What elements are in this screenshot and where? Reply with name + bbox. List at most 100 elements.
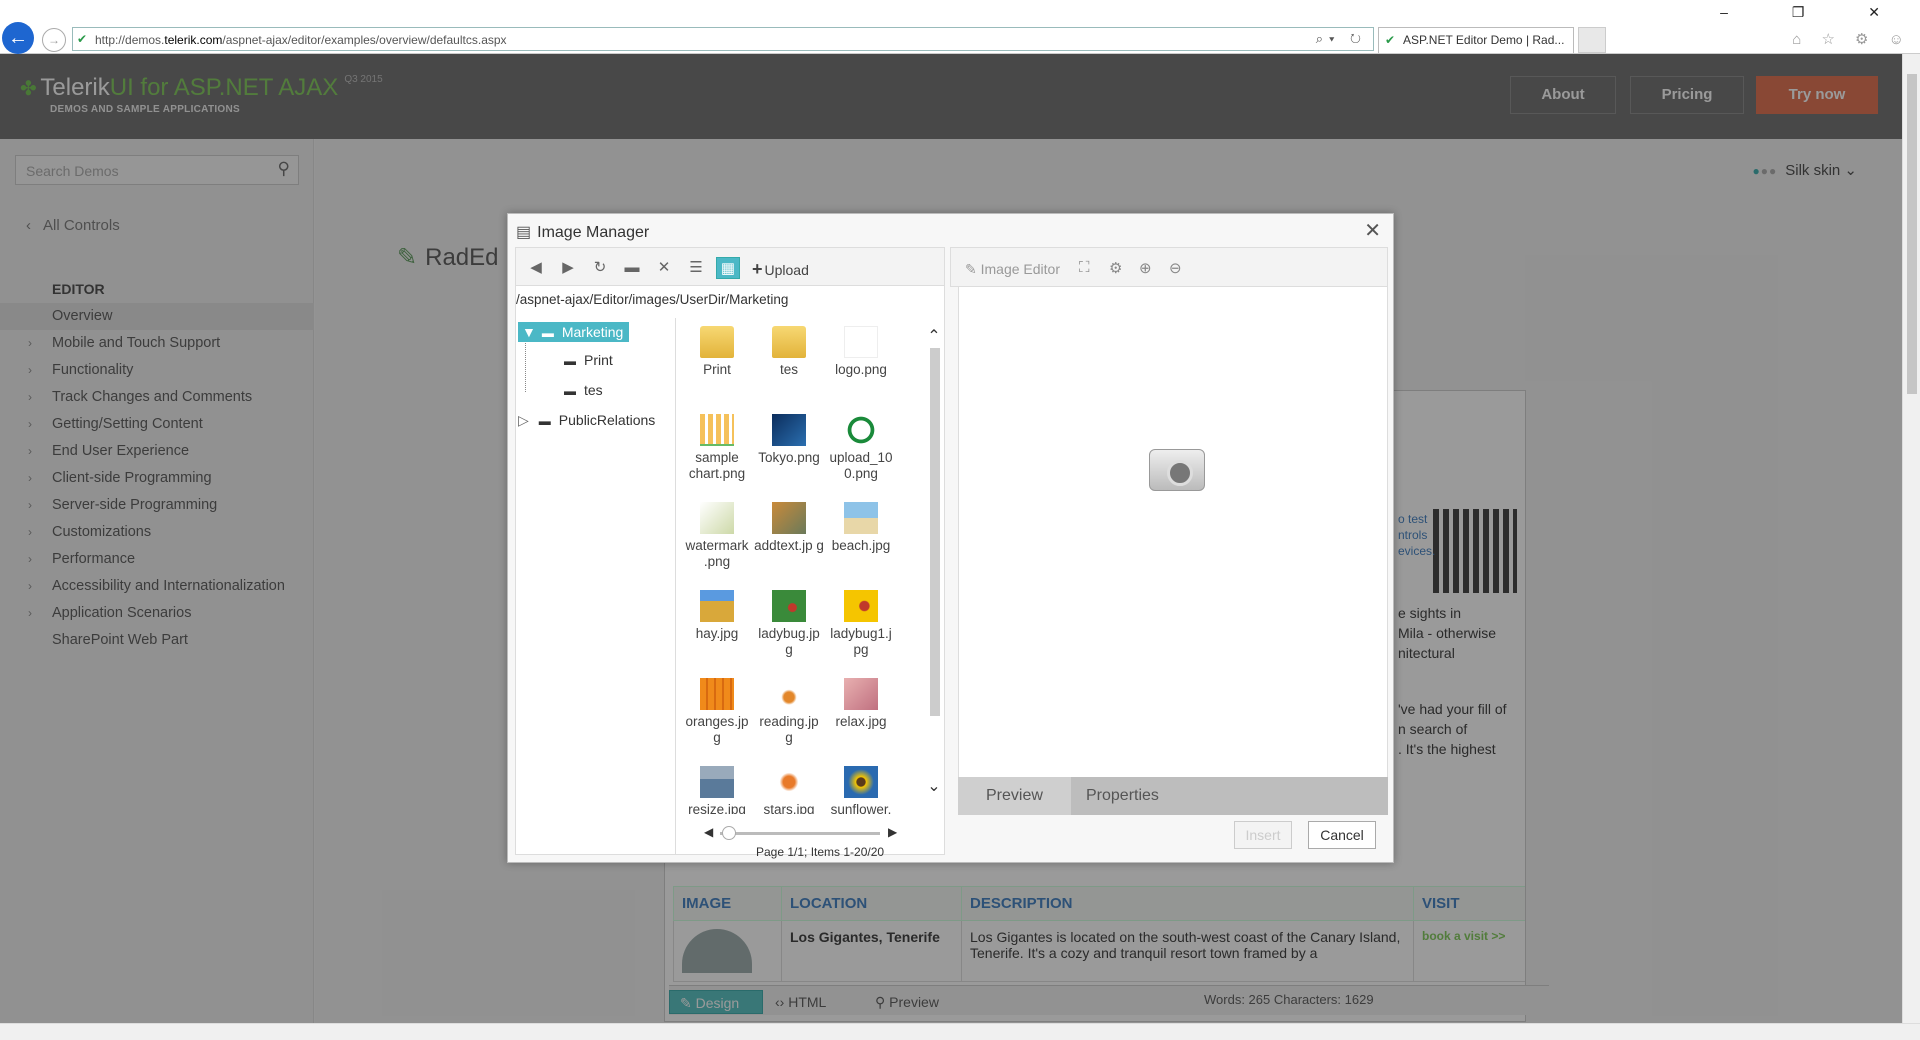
address-tools[interactable]: ⌕▾ ↻: [1316, 31, 1367, 47]
image-thumbnail: [844, 326, 878, 358]
folder-icon: ▬: [538, 414, 551, 428]
page-horizontal-scrollbar[interactable]: [0, 1023, 1920, 1040]
page-scrollbar-thumb[interactable]: [1907, 74, 1917, 394]
scrollbar-thumb[interactable]: [930, 348, 940, 716]
camera-placeholder-icon: [1149, 449, 1205, 491]
file-name: stars.jpg: [763, 802, 815, 814]
file-name: tes: [779, 362, 798, 377]
scroll-right-icon[interactable]: ▶: [888, 825, 897, 839]
tree-node-label: Marketing: [561, 324, 624, 340]
folder-icon: ▬: [564, 384, 576, 398]
expand-triangle-icon: ▼: [522, 324, 536, 340]
image-thumbnail: [700, 502, 734, 534]
current-path: /aspnet-ajax/Editor/images/UserDir/Marke…: [516, 292, 789, 307]
window-controls[interactable]: – ❐ ✕: [1720, 4, 1910, 21]
tree-node-publicrelations[interactable]: ▷ ▬ PublicRelations: [518, 412, 655, 429]
tab-properties[interactable]: Properties: [1058, 777, 1187, 815]
preview-tabs: Preview Properties: [958, 777, 1388, 815]
image-file-item[interactable]: ladybug.jp g: [754, 590, 824, 658]
image-file-item[interactable]: resize.jpg: [682, 766, 752, 814]
insert-button[interactable]: Insert: [1234, 821, 1292, 849]
image-file-item[interactable]: sunflower. jpg: [826, 766, 896, 814]
image-preview-pane: ✎ Image Editor ⛶ ⚙ ⊕ ⊖ Preview Propertie…: [950, 247, 1388, 855]
image-editor-button[interactable]: ✎ Image Editor: [965, 261, 1060, 278]
hscroll-track[interactable]: [720, 832, 880, 835]
forward-icon[interactable]: ▶: [556, 257, 580, 279]
image-thumbnail: [772, 590, 806, 622]
image-file-item[interactable]: sample chart.png: [682, 414, 752, 482]
file-name: reading.jp g: [759, 714, 819, 745]
browser-toolbar-icons[interactable]: ⌂ ☆ ⚙ ☺: [1792, 30, 1912, 48]
image-file-item[interactable]: hay.jpg: [682, 590, 752, 642]
image-thumbnail: [844, 502, 878, 534]
image-thumbnail: [772, 414, 806, 446]
image-editor-toolbar: ✎ Image Editor ⛶ ⚙ ⊕ ⊖: [950, 247, 1388, 287]
image-file-item[interactable]: reading.jp g: [754, 678, 824, 746]
url-text[interactable]: http://demos.telerik.com/aspnet-ajax/edi…: [95, 33, 507, 47]
delete-icon[interactable]: ✕: [652, 257, 676, 279]
folder-item[interactable]: Print: [682, 326, 752, 378]
back-icon[interactable]: ◀: [524, 257, 548, 279]
close-icon[interactable]: ✕: [1364, 218, 1381, 243]
file-grid-hscrollbar[interactable]: ◀ ▶: [704, 825, 904, 840]
image-thumbnail: [772, 766, 806, 798]
hscroll-knob[interactable]: [722, 826, 736, 840]
tree-node-print[interactable]: ▬ Print: [564, 352, 613, 368]
zoom-out-icon[interactable]: ⊖: [1169, 259, 1182, 277]
tree-node-label: tes: [584, 382, 603, 398]
image-file-item[interactable]: oranges.jp g: [682, 678, 752, 746]
image-file-item[interactable]: upload_10 0.png: [826, 414, 896, 482]
page-vertical-scrollbar[interactable]: [1902, 54, 1920, 1023]
folder-icon: [772, 326, 806, 358]
actual-size-icon[interactable]: ⚙: [1109, 259, 1122, 277]
file-toolbar: ◀ ▶ ↻ ▬ ✕ ☰ ▦ + Upload: [516, 248, 944, 286]
forward-arrow-icon[interactable]: →: [42, 28, 66, 52]
best-fit-icon[interactable]: ⛶: [1079, 259, 1090, 276]
image-file-item[interactable]: Tokyo.png: [754, 414, 824, 466]
dialog-title: ▤ Image Manager: [516, 222, 649, 242]
image-thumbnail: [700, 590, 734, 622]
image-file-item[interactable]: beach.jpg: [826, 502, 896, 554]
address-bar[interactable]: ✔ http://demos.telerik.com/aspnet-ajax/e…: [72, 27, 1374, 51]
browser-tab[interactable]: ✔ ASP.NET Editor Demo | Rad...: [1378, 27, 1574, 53]
thumbnail-view-icon[interactable]: ▦: [716, 257, 740, 279]
tree-node-label: Print: [584, 352, 613, 368]
upload-button[interactable]: + Upload: [752, 259, 809, 280]
plus-icon: +: [752, 259, 763, 279]
refresh-icon[interactable]: ↻: [588, 257, 612, 279]
scroll-left-icon[interactable]: ◀: [704, 825, 713, 839]
scroll-down-icon[interactable]: ⌄: [926, 776, 942, 796]
upload-label: Upload: [764, 262, 809, 278]
file-name: sample chart.png: [688, 450, 746, 481]
file-name: resize.jpg: [688, 802, 746, 814]
image-file-item[interactable]: relax.jpg: [826, 678, 896, 730]
zoom-in-icon[interactable]: ⊕: [1139, 259, 1152, 277]
file-name: Tokyo.png: [758, 450, 820, 465]
dialog-title-text: Image Manager: [537, 224, 650, 241]
image-file-item[interactable]: ladybug1.j pg: [826, 590, 896, 658]
image-file-item[interactable]: stars.jpg: [754, 766, 824, 814]
back-arrow-icon[interactable]: ←: [2, 22, 34, 54]
image-thumbnail: [772, 678, 806, 710]
image-file-item[interactable]: logo.png: [826, 326, 896, 378]
image-file-item[interactable]: addtext.jp g: [754, 502, 824, 554]
image-editor-label: Image Editor: [980, 261, 1060, 277]
list-view-icon[interactable]: ☰: [684, 257, 708, 279]
site-shield-icon: ✔: [77, 32, 88, 46]
tab-preview[interactable]: Preview: [958, 777, 1071, 815]
file-name: Print: [703, 362, 731, 377]
tree-node-label: PublicRelations: [558, 412, 656, 428]
file-name: oranges.jp g: [685, 714, 749, 745]
cancel-button[interactable]: Cancel: [1308, 821, 1376, 849]
tree-node-tes[interactable]: ▬ tes: [564, 382, 603, 398]
file-grid-scrollbar[interactable]: ⌃ ⌄: [926, 326, 942, 796]
file-name: hay.jpg: [695, 626, 739, 641]
tree-node-marketing[interactable]: ▼ ▬ Marketing: [518, 322, 630, 342]
folder-item[interactable]: tes: [754, 326, 824, 378]
browser-toolbar: ← → ✔ http://demos.telerik.com/aspnet-aj…: [0, 0, 1920, 54]
scroll-up-icon[interactable]: ⌃: [926, 326, 942, 346]
new-tab-button[interactable]: [1578, 27, 1606, 53]
image-file-item[interactable]: watermark .png: [682, 502, 752, 570]
file-name: addtext.jp g: [754, 538, 824, 553]
new-folder-icon[interactable]: ▬: [620, 257, 644, 279]
